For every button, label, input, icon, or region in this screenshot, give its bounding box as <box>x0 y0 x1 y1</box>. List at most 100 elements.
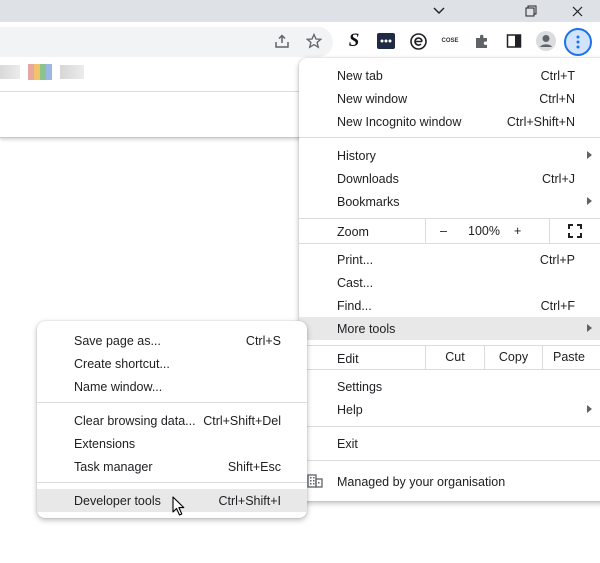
restore-icon <box>525 5 537 17</box>
mouse-cursor-icon <box>172 496 185 516</box>
menu-item-bookmarks[interactable]: Bookmarks <box>299 190 600 213</box>
blurred-bookmark[interactable] <box>0 65 20 79</box>
menu-item-downloads[interactable]: Downloads Ctrl+J <box>299 167 600 190</box>
chrome-menu-button[interactable] <box>564 28 592 56</box>
menu-item-label: New Incognito window <box>337 114 462 129</box>
menu-item-label: Save page as... <box>74 333 161 348</box>
zoom-out-button[interactable]: – <box>440 224 447 238</box>
copy-label: Copy <box>498 350 529 364</box>
submenu-item-extensions[interactable]: Extensions <box>37 432 307 455</box>
e-extension-icon <box>409 32 427 50</box>
menu-separator <box>37 402 307 403</box>
menu-separator <box>299 243 600 244</box>
menu-item-label: More tools <box>337 321 396 336</box>
share-button[interactable] <box>270 29 294 53</box>
side-panel-button[interactable] <box>502 29 526 53</box>
menu-item-more-tools[interactable]: More tools <box>299 317 600 340</box>
cut-label: Cut <box>445 350 465 364</box>
menu-item-label: Clear browsing data... <box>74 413 196 428</box>
menu-item-shortcut: Shift+Esc <box>227 459 281 474</box>
menu-item-label: Create shortcut... <box>74 356 170 371</box>
cut-button[interactable]: Cut <box>425 345 484 369</box>
cose-extension-icon: COSE <box>441 38 459 44</box>
fullscreen-button[interactable] <box>549 218 600 243</box>
restore-button[interactable] <box>516 0 546 22</box>
copy-button[interactable]: Copy <box>484 345 542 369</box>
dots-extension-icon <box>377 33 395 49</box>
menu-separator <box>299 460 600 461</box>
menu-icon <box>576 35 580 49</box>
menu-item-label: Exit <box>337 436 358 451</box>
s-extension-button[interactable]: S <box>342 29 366 53</box>
more-tools-submenu: Save page as... Ctrl+S Create shortcut..… <box>37 321 307 518</box>
menu-item-label: Zoom <box>337 224 369 239</box>
submenu-item-clear-data[interactable]: Clear browsing data... Ctrl+Shift+Del <box>37 409 307 432</box>
submenu-arrow-icon <box>587 405 592 413</box>
menu-separator <box>299 369 600 370</box>
extensions-button[interactable] <box>470 29 494 53</box>
chrome-main-menu: New tab Ctrl+T New window Ctrl+N New Inc… <box>299 58 600 501</box>
menu-item-new-incognito[interactable]: New Incognito window Ctrl+Shift+N <box>299 110 600 133</box>
close-icon <box>572 6 582 16</box>
paste-button[interactable]: Paste <box>542 345 600 369</box>
menu-item-label: Name window... <box>74 379 163 394</box>
menu-item-label: Extensions <box>74 436 136 451</box>
menu-item-label: Find... <box>337 298 372 313</box>
submenu-arrow-icon <box>587 324 592 332</box>
menu-item-label: Settings <box>337 379 383 394</box>
submenu-item-save-page[interactable]: Save page as... Ctrl+S <box>37 329 307 352</box>
menu-item-new-tab[interactable]: New tab Ctrl+T <box>299 64 600 87</box>
blurred-bookmark-icon[interactable] <box>28 64 52 80</box>
blurred-bookmark[interactable] <box>60 65 84 79</box>
menu-item-shortcut: Ctrl+Shift+N <box>506 114 575 129</box>
menu-item-shortcut: Ctrl+T <box>540 68 575 83</box>
e-extension-button[interactable] <box>406 29 430 53</box>
paste-label: Paste <box>553 350 585 364</box>
chevron-down-icon <box>433 7 445 14</box>
menu-item-label: Managed by your organisation <box>337 474 506 489</box>
menu-item-settings[interactable]: Settings <box>299 375 600 398</box>
menu-item-label: Bookmarks <box>337 194 400 209</box>
star-icon <box>306 33 322 49</box>
s-extension-icon: S <box>348 30 360 51</box>
menu-item-label: Task manager <box>74 459 153 474</box>
menu-item-shortcut: Ctrl+N <box>539 91 575 106</box>
menu-item-exit[interactable]: Exit <box>299 432 600 455</box>
submenu-item-create-shortcut[interactable]: Create shortcut... <box>37 352 307 375</box>
submenu-item-name-window[interactable]: Name window... <box>37 375 307 398</box>
menu-item-shortcut: Ctrl+J <box>542 171 575 186</box>
menu-separator <box>299 137 600 138</box>
bookmark-star-button[interactable] <box>302 29 326 53</box>
menu-item-help[interactable]: Help <box>299 398 600 421</box>
share-icon <box>275 34 289 48</box>
menu-item-cast[interactable]: Cast... <box>299 271 600 294</box>
submenu-arrow-icon <box>587 151 592 159</box>
menu-item-shortcut: Ctrl+S <box>245 333 281 348</box>
menu-item-shortcut: Ctrl+F <box>540 298 575 313</box>
submenu-item-task-manager[interactable]: Task manager Shift+Esc <box>37 455 307 478</box>
menu-item-label: New tab <box>337 68 383 83</box>
tab-search-button[interactable] <box>424 0 454 22</box>
toolbar: S COSE <box>0 22 600 60</box>
profile-button[interactable] <box>534 29 558 53</box>
submenu-arrow-icon <box>587 197 592 205</box>
menu-item-label: Help <box>337 402 363 417</box>
menu-item-managed[interactable]: Managed by your organisation <box>299 470 600 493</box>
menu-item-shortcut: Ctrl+P <box>539 252 575 267</box>
menu-item-label: Developer tools <box>74 493 161 508</box>
dots-extension-button[interactable] <box>374 29 398 53</box>
zoom-value: 100% <box>468 223 500 238</box>
menu-item-new-window[interactable]: New window Ctrl+N <box>299 87 600 110</box>
menu-item-shortcut: Ctrl+Shift+Del <box>203 413 281 428</box>
zoom-in-button[interactable]: + <box>514 224 521 238</box>
close-window-button[interactable] <box>562 0 592 22</box>
menu-item-label: History <box>337 148 376 163</box>
profile-icon <box>536 31 556 51</box>
menu-item-print[interactable]: Print... Ctrl+P <box>299 248 600 271</box>
building-icon <box>307 474 323 488</box>
menu-separator <box>37 482 307 483</box>
menu-item-history[interactable]: History <box>299 144 600 167</box>
menu-item-find[interactable]: Find... Ctrl+F <box>299 294 600 317</box>
cose-extension-button[interactable]: COSE <box>438 29 462 53</box>
title-bar <box>0 0 600 22</box>
